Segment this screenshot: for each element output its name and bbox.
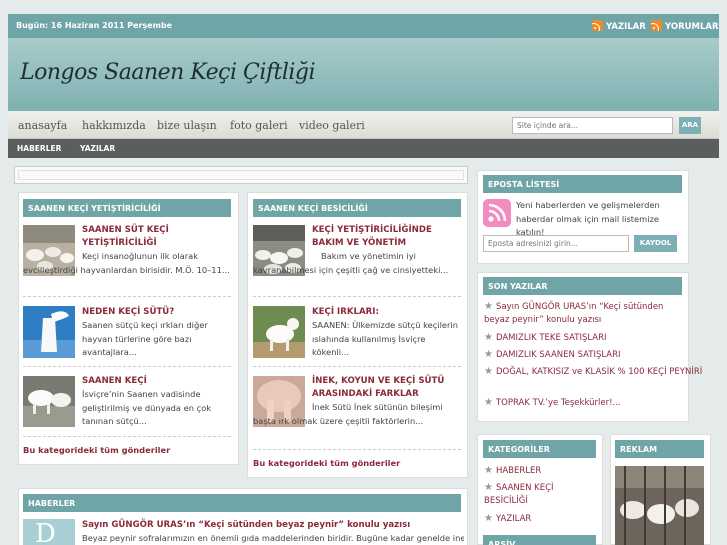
sub-nav: HABERLER YAZILAR: [8, 139, 719, 158]
category-label: SAANEN KEÇİ BESİCİLİĞİ: [484, 483, 554, 506]
divider: [253, 449, 461, 450]
subnav-item-news[interactable]: HABERLER: [17, 144, 61, 153]
rss-comments-link[interactable]: YORUMLAR: [651, 20, 719, 32]
rss-posts-link[interactable]: YAZILAR: [592, 20, 646, 32]
divider: [23, 436, 231, 437]
rss-comments-label: YORUMLAR: [665, 22, 719, 32]
post-title[interactable]: SAANEN KEÇİ: [82, 375, 232, 388]
star-icon: ★: [484, 366, 493, 377]
post-title[interactable]: KEÇİ YETİŞTİRİCİLİĞİNDE BAKIM VE YÖNETİM: [312, 224, 464, 249]
star-icon: ★: [484, 465, 493, 476]
post-thumbnail[interactable]: [253, 306, 305, 358]
category-link[interactable]: ★ HABERLER: [484, 465, 599, 478]
post-title[interactable]: KEÇİ IRKLARI:: [312, 306, 464, 319]
category-link[interactable]: ★ YAZILAR: [484, 513, 599, 526]
divider: [253, 296, 461, 297]
page: Bugün: 16 Haziran 2011 Perşembe YAZILAR …: [0, 0, 727, 545]
star-icon: ★: [484, 332, 493, 343]
email-list-text: Yeni haberlerden ve gelişmelerden haberd…: [516, 200, 660, 237]
post-thumbnail[interactable]: [23, 306, 75, 358]
news-post-excerpt: Beyaz peynir sofralarımızın en önemli gı…: [82, 533, 464, 543]
star-icon: ★: [484, 397, 493, 408]
recent-post-link[interactable]: ★ DOĞAL, KATKISIZ ve KLASİK % 100 KEÇİ PE…: [484, 366, 706, 379]
site-title[interactable]: Longos Saanen Keçi Çiftliği: [20, 60, 316, 85]
archive-title: ARŞİV: [483, 535, 596, 545]
header-banner: Longos Saanen Keçi Çiftliği: [8, 38, 719, 111]
recent-post-label: Sayın GÜNGÖR URAS’ın “Keçi sütünden beya…: [484, 302, 664, 325]
subnav-item-posts[interactable]: YAZILAR: [80, 144, 115, 153]
post-excerpt: İnek Sütü İnek sütünün bileşimi başta ır…: [253, 402, 443, 426]
recent-post-link[interactable]: ★ TOPRAK TV.’ye Teşekkürler!...: [484, 397, 684, 410]
nav-item-video-gallery[interactable]: video galeri: [299, 119, 365, 132]
post-excerpt: SAANEN: Ülkemizde sütçü keçilerin ıslahı…: [312, 320, 458, 357]
subscribe-button[interactable]: KAYDOL: [634, 235, 677, 252]
ad-title: REKLAM: [615, 440, 704, 458]
nav-item-about[interactable]: hakkımızda: [82, 119, 146, 132]
email-list-title: EPOSTA LİSTESİ: [483, 175, 682, 193]
post-title[interactable]: NEDEN KEÇİ SÜTÜ?: [82, 306, 232, 319]
categories-title: KATEGORİLER: [483, 440, 596, 458]
rss-icon: [592, 20, 603, 31]
star-icon: ★: [484, 513, 493, 524]
post-excerpt: İsviçre’nin Saanen vadisinde geliştirilm…: [82, 389, 212, 426]
category-label: YAZILAR: [495, 514, 532, 524]
post-excerpt: Keçi insanoğlunun ilk olarak evcilleştir…: [23, 251, 230, 275]
rss-feed-icon: [483, 199, 511, 227]
post-title[interactable]: SAANEN SÜT KEÇİ YETİŞTİRİCİLİĞİ: [82, 224, 232, 249]
star-icon: ★: [484, 482, 493, 493]
news-box-title[interactable]: HABERLER: [23, 494, 461, 512]
recent-post-label: DAMIZLIK SAANEN SATIŞLARI: [495, 350, 621, 360]
search-button[interactable]: ARA: [679, 117, 701, 134]
ad-image[interactable]: [615, 466, 704, 545]
top-bar: Bugün: 16 Haziran 2011 Perşembe YAZILAR …: [8, 14, 719, 38]
search-input[interactable]: [512, 117, 673, 134]
recent-post-label: DAMIZLIK TEKE SATIŞLARI: [495, 333, 607, 343]
post-excerpt: Bakım ve yönetimin iyi kavranabilmesi iç…: [253, 251, 449, 275]
recent-post-link[interactable]: ★ Sayın GÜNGÖR URAS’ın “Keçi sütünden bey…: [484, 301, 684, 326]
divider: [23, 296, 231, 297]
star-icon: ★: [484, 301, 493, 312]
recent-posts-title: SON YAZILAR: [483, 277, 682, 295]
news-post-title[interactable]: Sayın GÜNGÖR URAS’ın “Keçi sütünden beya…: [82, 519, 462, 532]
nav-item-contact[interactable]: bize ulaşın: [157, 119, 217, 132]
category-box-title[interactable]: SAANEN KEÇİ BESİCİLİĞİ: [253, 199, 461, 217]
star-icon: ★: [484, 349, 493, 360]
recent-post-label: TOPRAK TV.’ye Teşekkürler!...: [495, 398, 621, 408]
featured-slider: [14, 166, 468, 184]
nav-item-photo-gallery[interactable]: foto galeri: [230, 119, 288, 132]
category-label: HABERLER: [495, 466, 542, 476]
rss-icon: [651, 20, 662, 31]
post-title[interactable]: İNEK, KOYUN VE KEÇİ SÜTÜ ARASINDAKİ FARK…: [312, 375, 464, 400]
category-more-link[interactable]: Bu kategorideki tüm gönderiler: [253, 458, 400, 468]
divider: [253, 366, 461, 367]
category-box-title[interactable]: SAANEN KEÇİ YETİŞTİRİCİLİĞİ: [23, 199, 231, 217]
recent-post-link[interactable]: ★ DAMIZLIK SAANEN SATIŞLARI: [484, 349, 684, 362]
recent-post-label: DOĞAL, KATKISIZ ve KLASİK % 100 KEÇİ PEY…: [495, 367, 703, 377]
email-input[interactable]: [483, 235, 629, 252]
category-more-link[interactable]: Bu kategorideki tüm gönderiler: [23, 445, 170, 455]
nav-item-home[interactable]: anasayfa: [18, 119, 67, 132]
recent-post-link[interactable]: ★ DAMIZLIK TEKE SATIŞLARI: [484, 332, 684, 345]
rss-posts-label: YAZILAR: [606, 22, 646, 32]
post-excerpt: Saanen sütçü keçi ırkları diğer hayvan t…: [82, 320, 208, 357]
divider: [23, 366, 231, 367]
category-link[interactable]: ★ SAANEN KEÇİ BESİCİLİĞİ: [484, 482, 574, 507]
news-thumbnail[interactable]: D: [23, 519, 75, 545]
date-label: Bugün: 16 Haziran 2011 Perşembe: [16, 21, 173, 30]
post-thumbnail[interactable]: [23, 376, 75, 427]
